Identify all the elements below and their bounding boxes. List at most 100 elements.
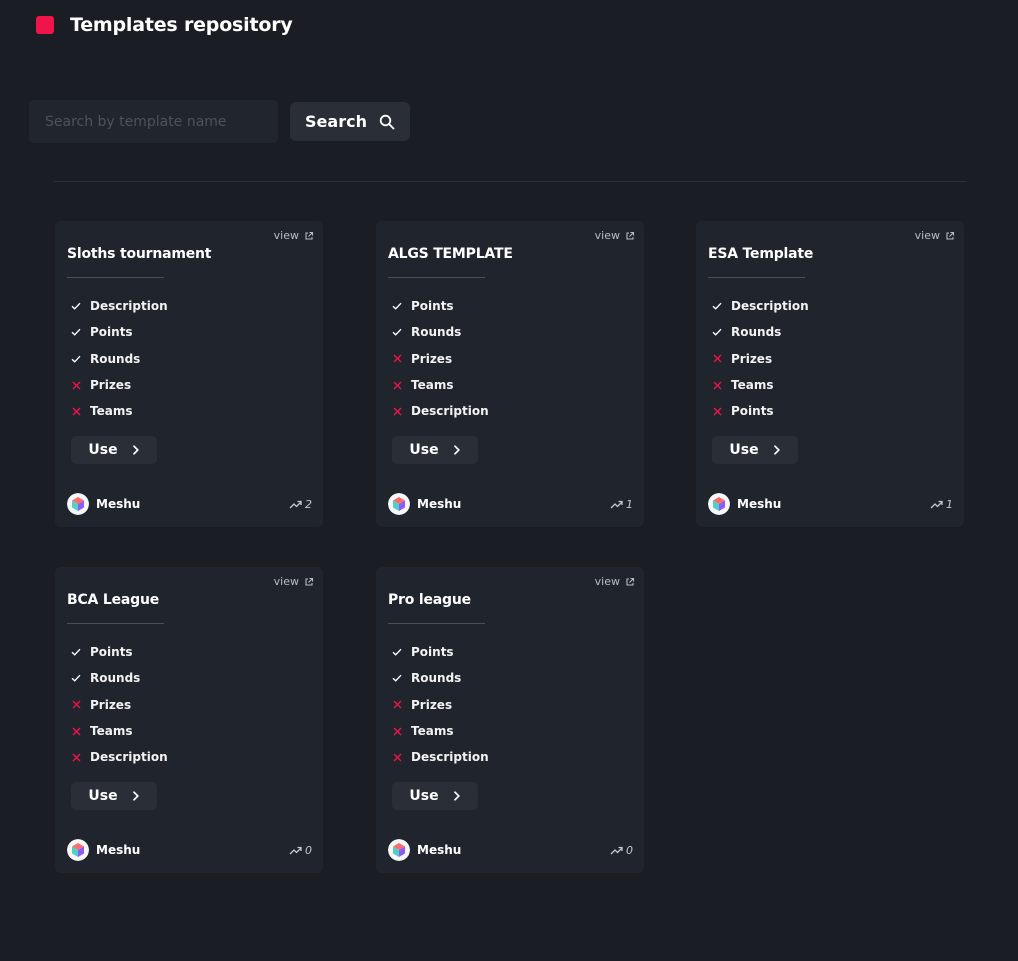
author-name[interactable]: Meshu [96,843,140,857]
feature-label: Rounds [411,671,462,686]
feature-label: Description [90,299,168,314]
feature-item: Rounds [391,665,489,691]
view-link-label: view [273,575,299,588]
feature-label: Teams [90,724,133,739]
feature-label: Teams [411,378,454,393]
feature-item: Points [711,398,809,424]
author-name[interactable]: Meshu [417,497,461,511]
cross-icon [391,727,403,736]
check-icon [70,328,82,337]
title-underline [388,623,485,624]
usage-count-value: 0 [305,844,312,857]
check-icon [711,302,723,310]
view-link[interactable]: view [274,575,314,588]
usage-count: 1 [930,498,953,511]
card-title: Sloths tournament [67,246,212,262]
avatar[interactable] [388,839,410,861]
feature-list: Description Rounds Prizes Teams Points [711,293,809,424]
usage-count-value: 0 [626,844,633,857]
cross-icon [391,381,403,390]
author-name[interactable]: Meshu [737,497,781,511]
check-icon [391,328,403,337]
avatar[interactable] [67,493,89,515]
use-button[interactable]: Use [392,436,478,464]
feature-item: Prizes [70,692,168,718]
title-underline [708,277,805,278]
feature-label: Prizes [731,351,773,366]
author-name[interactable]: Meshu [96,497,140,511]
search-button-label: Search [305,112,367,131]
feature-item: Rounds [391,319,489,345]
check-icon [70,302,82,310]
usage-count: 0 [610,844,633,857]
feature-label: Rounds [90,351,141,366]
cross-icon [711,354,723,363]
trending-up-icon [289,500,302,509]
view-link[interactable]: view [915,229,955,242]
feature-label: Description [411,750,489,765]
search-input[interactable] [29,100,278,143]
template-card: view ESA Template Description Rounds Prize… [696,221,964,527]
template-card: view BCA League Points Rounds Prizes Teams D… [55,567,323,873]
chevron-right-icon [453,791,461,801]
avatar[interactable] [67,839,89,861]
logo-square-icon [36,16,54,34]
avatar[interactable] [388,493,410,515]
use-button[interactable]: Use [712,436,798,464]
title-underline [67,277,164,278]
trending-up-icon [930,500,943,509]
feature-label: Rounds [411,325,462,340]
cross-icon [70,407,82,416]
feature-item: Prizes [70,372,168,398]
use-button[interactable]: Use [392,782,478,810]
use-button-label: Use [409,788,439,804]
feature-label: Prizes [90,697,132,712]
usage-count: 0 [289,844,312,857]
cross-icon [711,381,723,390]
feature-label: Points [90,645,133,660]
feature-list: Points Rounds Prizes Teams Description [391,293,489,424]
use-button-label: Use [729,442,759,458]
feature-list: Points Rounds Prizes Teams Description [70,639,168,770]
external-link-icon [304,577,314,587]
cross-icon [70,700,82,709]
chevron-right-icon [132,445,140,455]
card-title: BCA League [67,592,160,608]
cross-icon [391,753,403,762]
trending-up-icon [289,846,302,855]
view-link[interactable]: view [595,575,635,588]
view-link-label: view [594,575,620,588]
feature-item: Description [70,744,168,770]
feature-label: Description [90,750,168,765]
avatar[interactable] [708,493,730,515]
feature-list: Points Rounds Prizes Teams Description [391,639,489,770]
cross-icon [70,727,82,736]
card-title: Pro league [388,592,471,608]
view-link-label: view [594,229,620,242]
view-link[interactable]: view [274,229,314,242]
feature-item: Points [391,639,489,665]
feature-label: Description [411,404,489,419]
card-title: ESA Template [708,246,814,262]
author-name[interactable]: Meshu [417,843,461,857]
feature-item: Teams [70,718,168,744]
feature-label: Points [731,404,774,419]
use-button-label: Use [88,788,118,804]
search-button[interactable]: Search [290,102,410,141]
view-link[interactable]: view [595,229,635,242]
feature-label: Rounds [90,671,141,686]
title-underline [388,277,485,278]
page-header: Templates repository [36,14,293,36]
template-card: view Sloths tournament Description Points… [55,221,323,527]
cross-icon [391,354,403,363]
feature-item: Prizes [391,346,489,372]
feature-label: Points [90,325,133,340]
use-button[interactable]: Use [71,436,157,464]
feature-item: Teams [391,718,489,744]
title-underline [67,623,164,624]
feature-label: Teams [731,378,774,393]
usage-count-value: 2 [305,498,312,511]
usage-count-value: 1 [626,498,633,511]
use-button[interactable]: Use [71,782,157,810]
usage-count: 2 [289,498,312,511]
